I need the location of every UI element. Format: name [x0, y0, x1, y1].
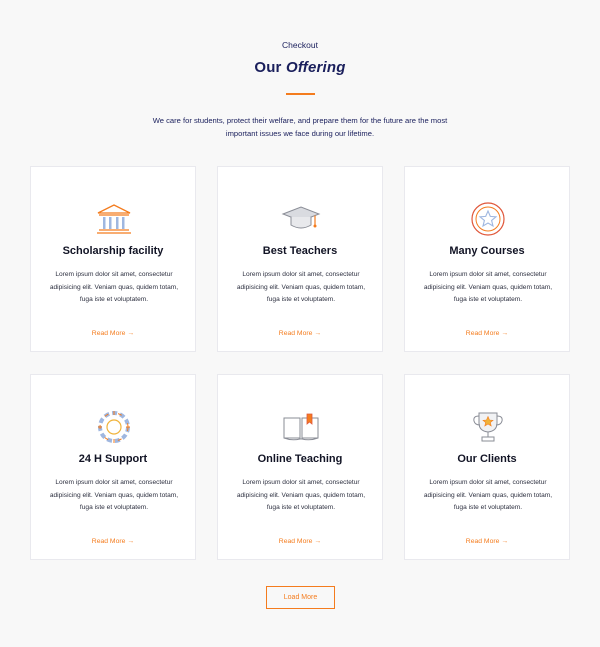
open-book-icon [281, 407, 321, 447]
read-more-label: Read More [91, 538, 126, 545]
trophy-icon [468, 407, 508, 447]
card-description: Lorem ipsum dolor sit amet, consectetur … [423, 271, 553, 303]
card-title: Our Clients [457, 453, 517, 465]
read-more-label: Read More [278, 538, 313, 545]
star-badge-icon [468, 199, 508, 239]
load-more-button[interactable]: Load More [266, 586, 335, 609]
read-more-link[interactable]: Read More → [31, 330, 195, 337]
arrow-right-icon: → [314, 538, 322, 545]
arrow-right-icon: → [501, 330, 509, 337]
card-description: Lorem ipsum dolor sit amet, consectetur … [49, 479, 179, 511]
card-title: 24 H Support [78, 453, 148, 465]
offering-card-clients: Our Clients Lorem ipsum dolor sit amet, … [404, 374, 570, 560]
title-underline [286, 93, 315, 95]
section-eyebrow: Checkout [282, 40, 318, 50]
section-title: Our Offering [0, 59, 600, 76]
read-more-link[interactable]: Read More → [31, 538, 195, 545]
read-more-label: Read More [465, 330, 500, 337]
read-more-link[interactable]: Read More → [405, 330, 569, 337]
read-more-link[interactable]: Read More → [405, 538, 569, 545]
section-intro: We care for students, protect their welf… [152, 116, 448, 138]
card-title: Many Courses [449, 245, 525, 257]
offering-card-courses: Many Courses Lorem ipsum dolor sit amet,… [404, 166, 570, 352]
read-more-label: Read More [465, 538, 500, 545]
bank-building-icon [94, 199, 134, 239]
lifebuoy-icon [94, 407, 134, 447]
graduation-cap-icon [281, 199, 321, 239]
card-description: Lorem ipsum dolor sit amet, consectetur … [236, 479, 366, 511]
section-title-part1: Our [254, 59, 282, 76]
offering-card-support: 24 H Support Lorem ipsum dolor sit amet,… [30, 374, 196, 560]
read-more-link[interactable]: Read More → [218, 538, 382, 545]
offering-card-online-teaching: Online Teaching Lorem ipsum dolor sit am… [217, 374, 383, 560]
arrow-right-icon: → [314, 330, 322, 337]
offering-card-teachers: Best Teachers Lorem ipsum dolor sit amet… [217, 166, 383, 352]
card-description: Lorem ipsum dolor sit amet, consectetur … [49, 271, 179, 303]
card-title: Online Teaching [257, 453, 343, 465]
arrow-right-icon: → [127, 330, 135, 337]
read-more-label: Read More [278, 330, 313, 337]
offering-section: Checkout Our Offering We care for studen… [0, 0, 600, 647]
read-more-label: Read More [91, 330, 126, 337]
card-description: Lorem ipsum dolor sit amet, consectetur … [236, 271, 366, 303]
card-title: Best Teachers [262, 245, 338, 257]
section-title-part2: Offering [285, 59, 346, 76]
arrow-right-icon: → [501, 538, 509, 545]
card-title: Scholarship facility [62, 245, 164, 257]
arrow-right-icon: → [127, 538, 135, 545]
card-description: Lorem ipsum dolor sit amet, consectetur … [423, 479, 553, 511]
offering-card-scholarship: Scholarship facility Lorem ipsum dolor s… [30, 166, 196, 352]
read-more-link[interactable]: Read More → [218, 330, 382, 337]
